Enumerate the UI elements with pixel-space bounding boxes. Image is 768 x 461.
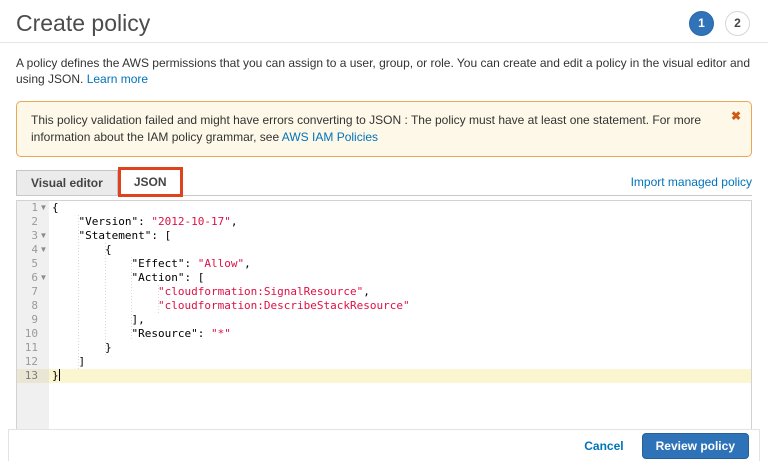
tab-visual-editor[interactable]: Visual editor <box>16 170 118 195</box>
editor-line[interactable]: 8 "cloudformation:DescribeStackResource" <box>17 299 751 313</box>
text-cursor <box>59 369 60 381</box>
review-policy-button[interactable]: Review policy <box>642 433 749 459</box>
cancel-link[interactable]: Cancel <box>584 439 623 453</box>
step-2-indicator: 2 <box>725 11 750 36</box>
fold-arrow-icon[interactable]: ▼ <box>38 201 49 215</box>
wizard-footer: Cancel Review policy <box>8 429 760 461</box>
editor-lines: 1▼{2 "Version": "2012-10-17",3▼ "Stateme… <box>17 201 751 383</box>
editor-line[interactable]: 6▼ "Action": [ <box>17 271 751 285</box>
editor-line[interactable]: 7 "cloudformation:SignalResource", <box>17 285 751 299</box>
json-policy-editor[interactable]: 1▼{2 "Version": "2012-10-17",3▼ "Stateme… <box>16 200 752 454</box>
line-number: 2 <box>17 215 49 229</box>
line-number: 7 <box>17 285 49 299</box>
banner-close-icon[interactable]: ✖ <box>731 108 741 125</box>
page-title: Create policy <box>16 10 150 36</box>
editor-line[interactable]: 10 "Resource": "*" <box>17 327 751 341</box>
code-line-text[interactable]: } <box>49 341 751 355</box>
code-line-text[interactable]: ], <box>49 313 751 327</box>
editor-line[interactable]: 2 "Version": "2012-10-17", <box>17 215 751 229</box>
code-line-text[interactable]: "Statement": [ <box>49 229 751 243</box>
learn-more-link[interactable]: Learn more <box>87 72 148 86</box>
fold-arrow-icon[interactable]: ▼ <box>38 271 49 285</box>
line-number: 5 <box>17 257 49 271</box>
editor-line[interactable]: 9 ], <box>17 313 751 327</box>
line-number: 11 <box>17 341 49 355</box>
code-line-text[interactable]: { <box>49 201 751 215</box>
validation-warning-banner: This policy validation failed and might … <box>16 101 752 157</box>
code-line-text[interactable]: "Effect": "Allow", <box>49 257 751 271</box>
page-description: A policy defines the AWS permissions tha… <box>16 55 752 87</box>
code-line-text[interactable]: "cloudformation:SignalResource", <box>49 285 751 299</box>
code-line-text[interactable]: "Resource": "*" <box>49 327 751 341</box>
code-line-text[interactable]: "Version": "2012-10-17", <box>49 215 751 229</box>
line-number: 1▼ <box>17 201 49 215</box>
code-line-text[interactable]: { <box>49 243 751 257</box>
code-line-text[interactable]: ] <box>49 355 751 369</box>
wizard-steps: 1 2 <box>689 11 752 36</box>
line-number: 6▼ <box>17 271 49 285</box>
import-managed-policy-link[interactable]: Import managed policy <box>631 175 752 195</box>
editor-tabs-bar: Visual editor JSON Import managed policy <box>16 167 752 196</box>
aws-iam-policies-link[interactable]: AWS IAM Policies <box>282 130 378 144</box>
tab-json[interactable]: JSON <box>118 167 183 197</box>
line-number: 3▼ <box>17 229 49 243</box>
editor-line[interactable]: 5 "Effect": "Allow", <box>17 257 751 271</box>
line-number: 9 <box>17 313 49 327</box>
editor-line[interactable]: 13} <box>17 369 751 383</box>
line-number: 8 <box>17 299 49 313</box>
line-number: 12 <box>17 355 49 369</box>
editor-line[interactable]: 3▼ "Statement": [ <box>17 229 751 243</box>
fold-arrow-icon[interactable]: ▼ <box>38 229 49 243</box>
code-line-text[interactable]: "Action": [ <box>49 271 751 285</box>
editor-line[interactable]: 11 } <box>17 341 751 355</box>
code-line-text[interactable]: } <box>49 369 751 383</box>
page-header: Create policy 1 2 <box>0 0 768 43</box>
step-1-indicator: 1 <box>689 11 714 36</box>
line-number: 4▼ <box>17 243 49 257</box>
line-number: 10 <box>17 327 49 341</box>
editor-line[interactable]: 12 ] <box>17 355 751 369</box>
editor-line[interactable]: 4▼ { <box>17 243 751 257</box>
code-line-text[interactable]: "cloudformation:DescribeStackResource" <box>49 299 751 313</box>
editor-tabs: Visual editor JSON <box>16 167 183 195</box>
line-number: 13 <box>17 369 49 383</box>
fold-arrow-icon[interactable]: ▼ <box>38 243 49 257</box>
editor-line[interactable]: 1▼{ <box>17 201 751 215</box>
